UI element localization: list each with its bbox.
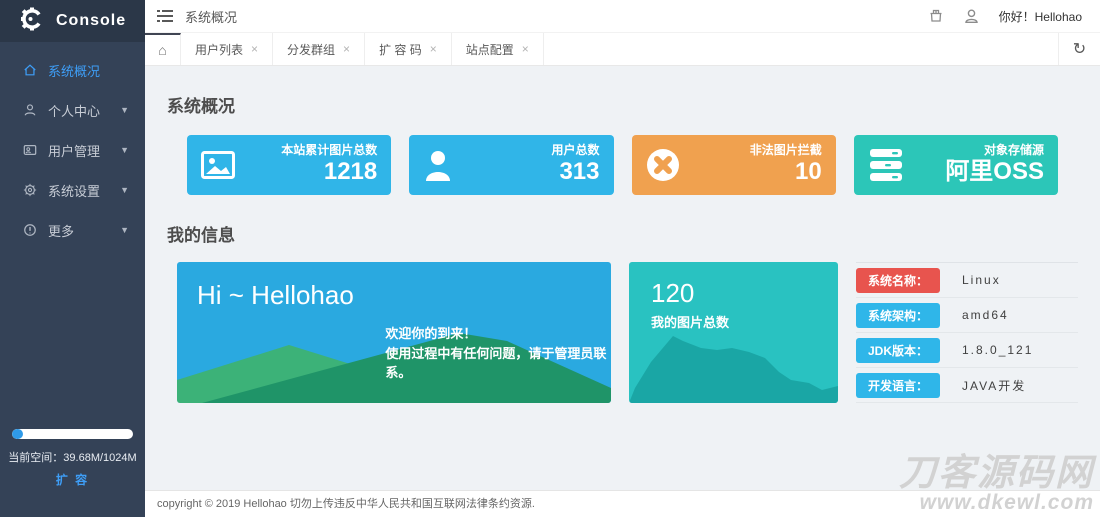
jdk-version-value: 1.8.0_121	[962, 343, 1034, 357]
stat-value: 10	[795, 158, 822, 186]
tab-label: 分发群组	[287, 42, 336, 57]
gear-icon	[22, 182, 38, 198]
architecture-value: amd64	[962, 308, 1009, 322]
server-icon	[868, 148, 912, 182]
system-row-dev-language: 开发语言： JAVA开发	[856, 368, 1078, 403]
sidebar-item-personal-center[interactable]: 个人中心 ▼	[0, 90, 145, 130]
sidebar-nav: 系统概况 个人中心 ▼ 用户管理 ▼ 系统设置 ▼ 更多 ▼	[0, 42, 145, 250]
expand-storage-link[interactable]: 扩 容	[56, 471, 89, 488]
banner-greeting: Hi ~ Hellohao	[197, 280, 354, 310]
sidebar-item-label: 用户管理	[48, 143, 101, 159]
sidebar-item-user-management[interactable]: 用户管理 ▼	[0, 130, 145, 170]
tab-user-list[interactable]: 用户列表 ×	[181, 33, 274, 65]
user-avatar-icon[interactable]	[963, 7, 981, 25]
tab-label: 站点配置	[465, 42, 514, 57]
refresh-icon[interactable]: ↻	[1058, 33, 1100, 65]
user-greeting[interactable]: 你好！Hellohao	[999, 8, 1082, 25]
storage-progress-bar	[12, 429, 133, 439]
system-row-architecture: 系统架构： amd64	[856, 298, 1078, 333]
stat-card-storage-source[interactable]: 对象存储源 阿里OSS	[853, 135, 1058, 195]
my-photos-label: 我的图片总数	[651, 315, 730, 330]
banner-message: 欢迎你的到来！ 使用过程中有任何问题，请于管理员联系。	[385, 326, 607, 380]
storage-progress-fill	[12, 429, 23, 439]
chevron-down-icon: ▼	[120, 225, 129, 235]
close-icon[interactable]: ×	[522, 42, 529, 56]
chevron-down-icon: ▼	[120, 105, 129, 115]
os-name-button[interactable]: 系统名称：	[856, 267, 940, 293]
app-logo[interactable]: Console	[0, 0, 145, 42]
main-content: 系统概况 本站累计图片总数 1218 用户总数 313 非法图片拦截 10 对象…	[145, 66, 1100, 490]
tab-distribution-group[interactable]: 分发群组 ×	[273, 33, 366, 65]
info-circle-icon	[22, 222, 38, 238]
chevron-down-icon: ▼	[120, 185, 129, 195]
tab-label: 扩 容 码	[379, 42, 422, 57]
sidebar-item-label: 系统概况	[48, 63, 101, 79]
dev-language-button[interactable]: 开发语言：	[856, 372, 940, 398]
stat-cards: 本站累计图片总数 1218 用户总数 313 非法图片拦截 10 对象存储源 阿里OSS	[187, 135, 1058, 195]
stat-label: 本站累计图片总数	[281, 143, 378, 158]
storage-text: 当前空间：39.68M/1024M	[8, 452, 137, 464]
clear-cache-icon[interactable]	[927, 7, 945, 25]
tab-site-config[interactable]: 站点配置 ×	[452, 33, 544, 65]
sidebar-item-label: 个人中心	[48, 103, 101, 119]
logo-text: Console	[56, 12, 127, 29]
overview-title: 系统概况	[167, 97, 235, 116]
photo-icon	[201, 151, 245, 179]
stat-label: 对象存储源	[983, 143, 1044, 158]
home-icon	[22, 62, 38, 78]
console-app: Console 系统概况 个人中心 ▼ 用户管理 ▼ 系统设置 ▼ 更多 ▼ 当…	[0, 0, 1100, 517]
sidebar: Console 系统概况 个人中心 ▼ 用户管理 ▼ 系统设置 ▼ 更多 ▼ 当…	[0, 0, 145, 517]
stat-value: 1218	[323, 158, 378, 186]
welcome-banner: Hi ~ Hellohao 欢迎你的到来！ 使用过程中有任何问题，请于管理员联系…	[177, 262, 611, 403]
stat-card-blocked-images[interactable]: 非法图片拦截 10	[631, 135, 836, 195]
person-icon	[22, 102, 38, 118]
block-icon	[646, 148, 690, 182]
topbar: 系统概况 你好！Hellohao	[145, 0, 1100, 33]
myinfo-title: 我的信息	[167, 226, 235, 245]
close-icon[interactable]: ×	[343, 42, 350, 56]
system-info-panel: 系统名称： Linux 系统架构： amd64 JDK版本： 1.8.0_121…	[856, 262, 1078, 403]
user-icon	[423, 149, 467, 181]
stat-value: 阿里OSS	[945, 158, 1044, 186]
user-card-icon	[22, 142, 38, 158]
gear-logo-icon	[20, 7, 44, 36]
chevron-down-icon: ▼	[120, 145, 129, 155]
my-photos-count: 120	[651, 278, 695, 308]
os-name-value: Linux	[962, 273, 1001, 287]
collapse-sidebar-icon[interactable]	[145, 0, 185, 33]
sidebar-item-system-settings[interactable]: 系统设置 ▼	[0, 170, 145, 210]
system-row-os-name: 系统名称： Linux	[856, 263, 1078, 298]
dev-language-value: JAVA开发	[962, 378, 1027, 393]
breadcrumb: 系统概况	[185, 9, 238, 25]
sidebar-item-label: 更多	[48, 223, 75, 239]
sidebar-item-label: 系统设置	[48, 183, 101, 199]
stat-label: 非法图片拦截	[749, 143, 822, 158]
copyright-text: copyright © 2019 Hellohao 切勿上传违反中华人民共和国互…	[157, 498, 535, 510]
jdk-version-button[interactable]: JDK版本：	[856, 337, 940, 363]
footer: copyright © 2019 Hellohao 切勿上传违反中华人民共和国互…	[145, 490, 1100, 517]
home-icon: ⌂	[158, 42, 167, 58]
stat-card-total-images[interactable]: 本站累计图片总数 1218	[187, 135, 392, 195]
close-icon[interactable]: ×	[430, 42, 437, 56]
storage-widget: 当前空间：39.68M/1024M 扩 容	[0, 429, 145, 489]
my-photos-card: 120 我的图片总数	[629, 262, 838, 403]
stat-card-total-users[interactable]: 用户总数 313	[409, 135, 614, 195]
area-chart-graphic	[629, 336, 838, 403]
tab-home[interactable]: ⌂	[145, 33, 181, 65]
tabbar: ⌂ 用户列表 × 分发群组 × 扩 容 码 × 站点配置 × ↻	[145, 33, 1100, 66]
system-row-jdk-version: JDK版本： 1.8.0_121	[856, 333, 1078, 368]
sidebar-item-system-overview[interactable]: 系统概况	[0, 50, 145, 90]
stat-label: 用户总数	[551, 143, 600, 158]
tab-label: 用户列表	[195, 42, 244, 57]
tab-expansion-code[interactable]: 扩 容 码 ×	[365, 33, 452, 65]
topbar-right: 你好！Hellohao	[927, 7, 1100, 25]
stat-value: 313	[559, 158, 600, 186]
close-icon[interactable]: ×	[251, 42, 258, 56]
architecture-button[interactable]: 系统架构：	[856, 302, 940, 328]
sidebar-item-more[interactable]: 更多 ▼	[0, 210, 145, 250]
info-row: Hi ~ Hellohao 欢迎你的到来！ 使用过程中有任何问题，请于管理员联系…	[177, 262, 1078, 403]
